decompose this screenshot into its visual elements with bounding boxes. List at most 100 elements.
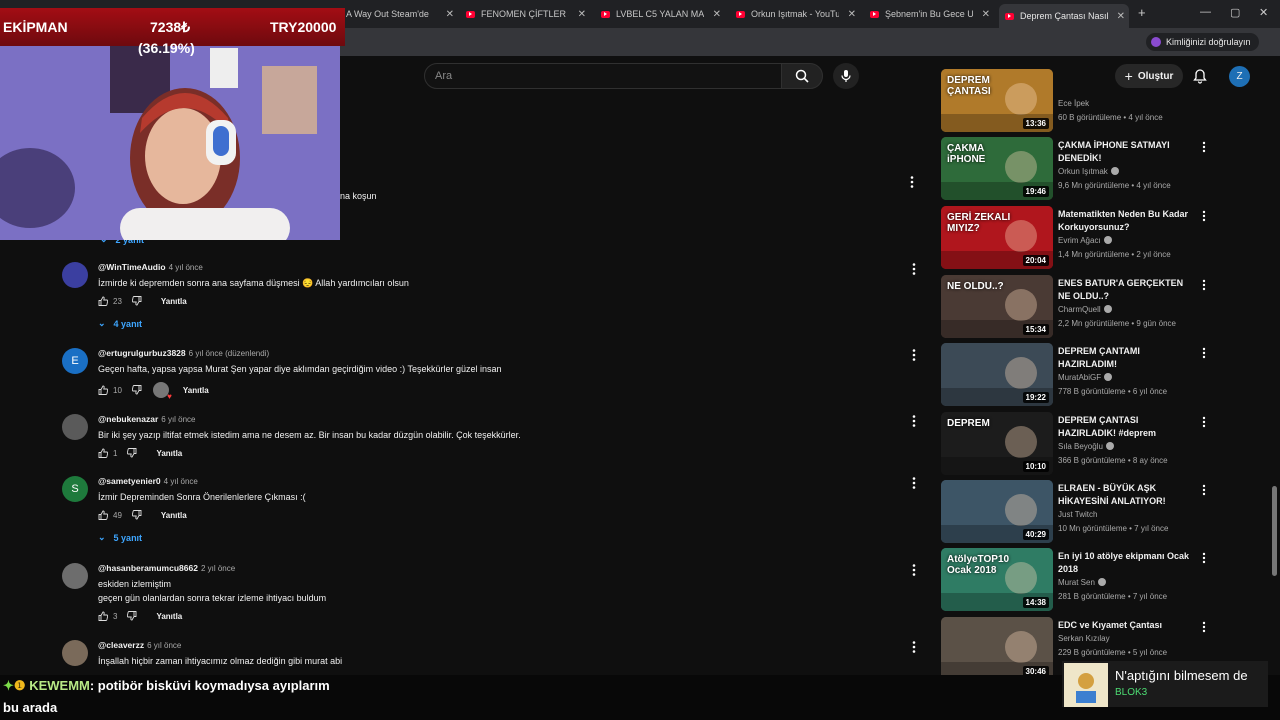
video-thumbnail[interactable]: ÇAKMA iPHONE 19:46 (941, 137, 1053, 200)
avatar[interactable] (62, 262, 88, 288)
more-options-icon[interactable] (905, 175, 919, 189)
video-thumbnail[interactable]: AtölyeTOP10 Ocak 2018 14:38 (941, 548, 1053, 611)
dislike-icon[interactable] (127, 611, 137, 621)
video-title[interactable]: DEPREM ÇANTASI HAZIRLADIK! #deprem (1058, 414, 1192, 440)
related-video-item[interactable]: GERİ ZEKALI MIYIZ? 20:04 Matematikten Ne… (941, 206, 1211, 270)
channel-name[interactable]: MuratAbiGF (1058, 373, 1113, 382)
more-options-icon[interactable] (1199, 279, 1209, 291)
profile-verify-chip[interactable]: Kimliğinizi doğrulayın (1146, 33, 1259, 51)
related-video-item[interactable]: 40:29 ELRAEN - BÜYÜK AŞK HİKAYESİNİ ANLA… (941, 480, 1211, 544)
related-video-item[interactable]: DEPREM 10:10 DEPREM ÇANTASI HAZIRLADIK! … (941, 412, 1211, 476)
tab-1[interactable]: FENOMEN ÇİFTLER 50.00 ✕ (460, 4, 590, 24)
avatar[interactable]: S (62, 476, 88, 502)
channel-name[interactable]: Orkun Işıtmak (1058, 167, 1119, 176)
replies-toggle[interactable]: ⌄ 5 yanıt (98, 532, 142, 543)
channel-name[interactable]: Murat Sen (1058, 578, 1106, 587)
comment-time[interactable]: 6 yıl önce (161, 415, 195, 424)
more-options-icon[interactable] (1199, 416, 1209, 428)
video-title[interactable]: En iyi 10 atölye ekipmanı Ocak 2018 (1058, 550, 1192, 576)
more-options-icon[interactable] (1199, 484, 1209, 496)
close-icon[interactable]: ✕ (578, 9, 586, 20)
new-tab-icon[interactable]: + (1138, 5, 1146, 20)
related-video-item[interactable]: NE OLDU..? 15:34 ENES BATUR'A GERÇEKTEN … (941, 275, 1211, 339)
maximize-icon[interactable]: ▢ (1230, 6, 1240, 19)
more-options-icon[interactable] (1199, 210, 1209, 222)
like-icon[interactable] (98, 385, 108, 395)
more-options-icon[interactable] (907, 563, 921, 577)
avatar[interactable] (62, 414, 88, 440)
dislike-icon[interactable] (131, 296, 142, 306)
tab-0[interactable]: A Way Out Steam'de ✕ (340, 4, 458, 24)
comment-author[interactable]: @WinTimeAudio (98, 262, 166, 272)
close-icon[interactable]: ✕ (446, 9, 454, 20)
tab-3[interactable]: Orkun Işıtmak - YouTube ✕ (730, 4, 860, 24)
video-title[interactable]: ÇAKMA İPHONE SATMAYI DENEDİK! (1058, 139, 1192, 165)
related-video-item[interactable]: AtölyeTOP10 Ocak 2018 14:38 En iyi 10 at… (941, 548, 1211, 612)
comment-author[interactable]: @nebukenazar (98, 414, 158, 424)
video-thumbnail[interactable]: 40:29 (941, 480, 1053, 543)
more-options-icon[interactable] (1199, 552, 1209, 564)
video-title[interactable]: ENES BATUR'A GERÇEKTEN NE OLDU..? (1058, 277, 1192, 303)
comment-time[interactable]: 6 yıl önce (düzenlendi) (189, 349, 270, 358)
more-options-icon[interactable] (907, 414, 921, 428)
like-icon[interactable] (98, 448, 108, 458)
avatar[interactable]: E (62, 348, 88, 374)
channel-name[interactable]: CharmQuell (1058, 305, 1112, 314)
video-title[interactable]: EDC ve Kıyamet Çantası (1058, 619, 1192, 632)
more-options-icon[interactable] (907, 476, 921, 490)
close-icon[interactable]: ✕ (1117, 11, 1125, 22)
more-options-icon[interactable] (907, 262, 921, 276)
reply-button[interactable]: Yanıtla (183, 386, 209, 395)
more-options-icon[interactable] (1199, 621, 1209, 633)
video-thumbnail[interactable]: DEPREM 10:10 (941, 412, 1053, 475)
comment-time[interactable]: 2 yıl önce (201, 564, 235, 573)
video-thumbnail[interactable]: DEPREM ÇANTASI 13:36 (941, 69, 1053, 132)
like-icon[interactable] (98, 510, 108, 520)
comment-author[interactable]: @ertugrulgurbuz3828 (98, 348, 186, 358)
channel-name[interactable]: Sıla Beyoğlu (1058, 442, 1114, 451)
more-options-icon[interactable] (1199, 141, 1209, 153)
more-options-icon[interactable] (907, 640, 921, 654)
account-avatar[interactable]: Z (1229, 66, 1250, 87)
search-input[interactable]: Ara (424, 63, 782, 89)
video-thumbnail[interactable]: 19:22 (941, 343, 1053, 406)
tab-5-active[interactable]: Deprem Çantası Nasıl H ✕ (999, 4, 1129, 28)
like-icon[interactable] (98, 611, 108, 621)
channel-name[interactable]: Just Twitch (1058, 510, 1097, 519)
scrollbar-thumb[interactable] (1272, 486, 1277, 576)
video-title[interactable]: DEPREM ÇANTAMI HAZIRLADIM! (1058, 345, 1192, 371)
minimize-icon[interactable]: — (1200, 6, 1211, 18)
comment-time[interactable]: 4 yıl önce (169, 263, 203, 272)
like-icon[interactable] (98, 296, 108, 306)
more-options-icon[interactable] (1199, 347, 1209, 359)
comment-author[interactable]: @sametyenier0 (98, 476, 161, 486)
dislike-icon[interactable] (127, 448, 137, 458)
replies-toggle[interactable]: ⌄ 4 yanıt (98, 318, 142, 329)
comment-time[interactable]: 4 yıl önce (164, 477, 198, 486)
avatar[interactable] (62, 640, 88, 666)
dislike-icon[interactable] (131, 510, 142, 520)
channel-name[interactable]: Ece İpek (1058, 99, 1089, 108)
close-icon[interactable]: ✕ (982, 9, 990, 20)
reply-button[interactable]: Yanıtla (161, 297, 187, 306)
reply-button[interactable]: Yanıtla (156, 612, 182, 621)
tab-4[interactable]: Şebnem'in Bu Gece Uyun ✕ (864, 4, 994, 24)
reply-button[interactable]: Yanıtla (161, 511, 187, 520)
comment-time[interactable]: 6 yıl önce (147, 641, 181, 650)
video-thumbnail[interactable]: GERİ ZEKALI MIYIZ? 20:04 (941, 206, 1053, 269)
channel-name[interactable]: Serkan Kızılay (1058, 634, 1110, 643)
tab-2[interactable]: LVBEL C5 YALAN MAKİNE ✕ (595, 4, 725, 24)
search-button[interactable] (781, 63, 823, 89)
channel-name[interactable]: Evrim Ağacı (1058, 236, 1112, 245)
video-title[interactable]: Matematikten Neden Bu Kadar Korkuyorsunu… (1058, 208, 1192, 234)
more-options-icon[interactable] (907, 348, 921, 362)
voice-search-button[interactable] (833, 63, 859, 89)
related-video-item[interactable]: 19:22 DEPREM ÇANTAMI HAZIRLADIM! MuratAbi… (941, 343, 1211, 407)
comment-author[interactable]: @hasanberamumcu8662 (98, 563, 198, 573)
related-video-item[interactable]: ÇAKMA iPHONE 19:46 ÇAKMA İPHONE SATMAYI … (941, 137, 1211, 201)
close-window-icon[interactable]: ✕ (1259, 6, 1268, 19)
video-thumbnail[interactable]: 30:46 (941, 617, 1053, 680)
video-thumbnail[interactable]: NE OLDU..? 15:34 (941, 275, 1053, 338)
dislike-icon[interactable] (131, 385, 142, 395)
close-icon[interactable]: ✕ (713, 9, 721, 20)
